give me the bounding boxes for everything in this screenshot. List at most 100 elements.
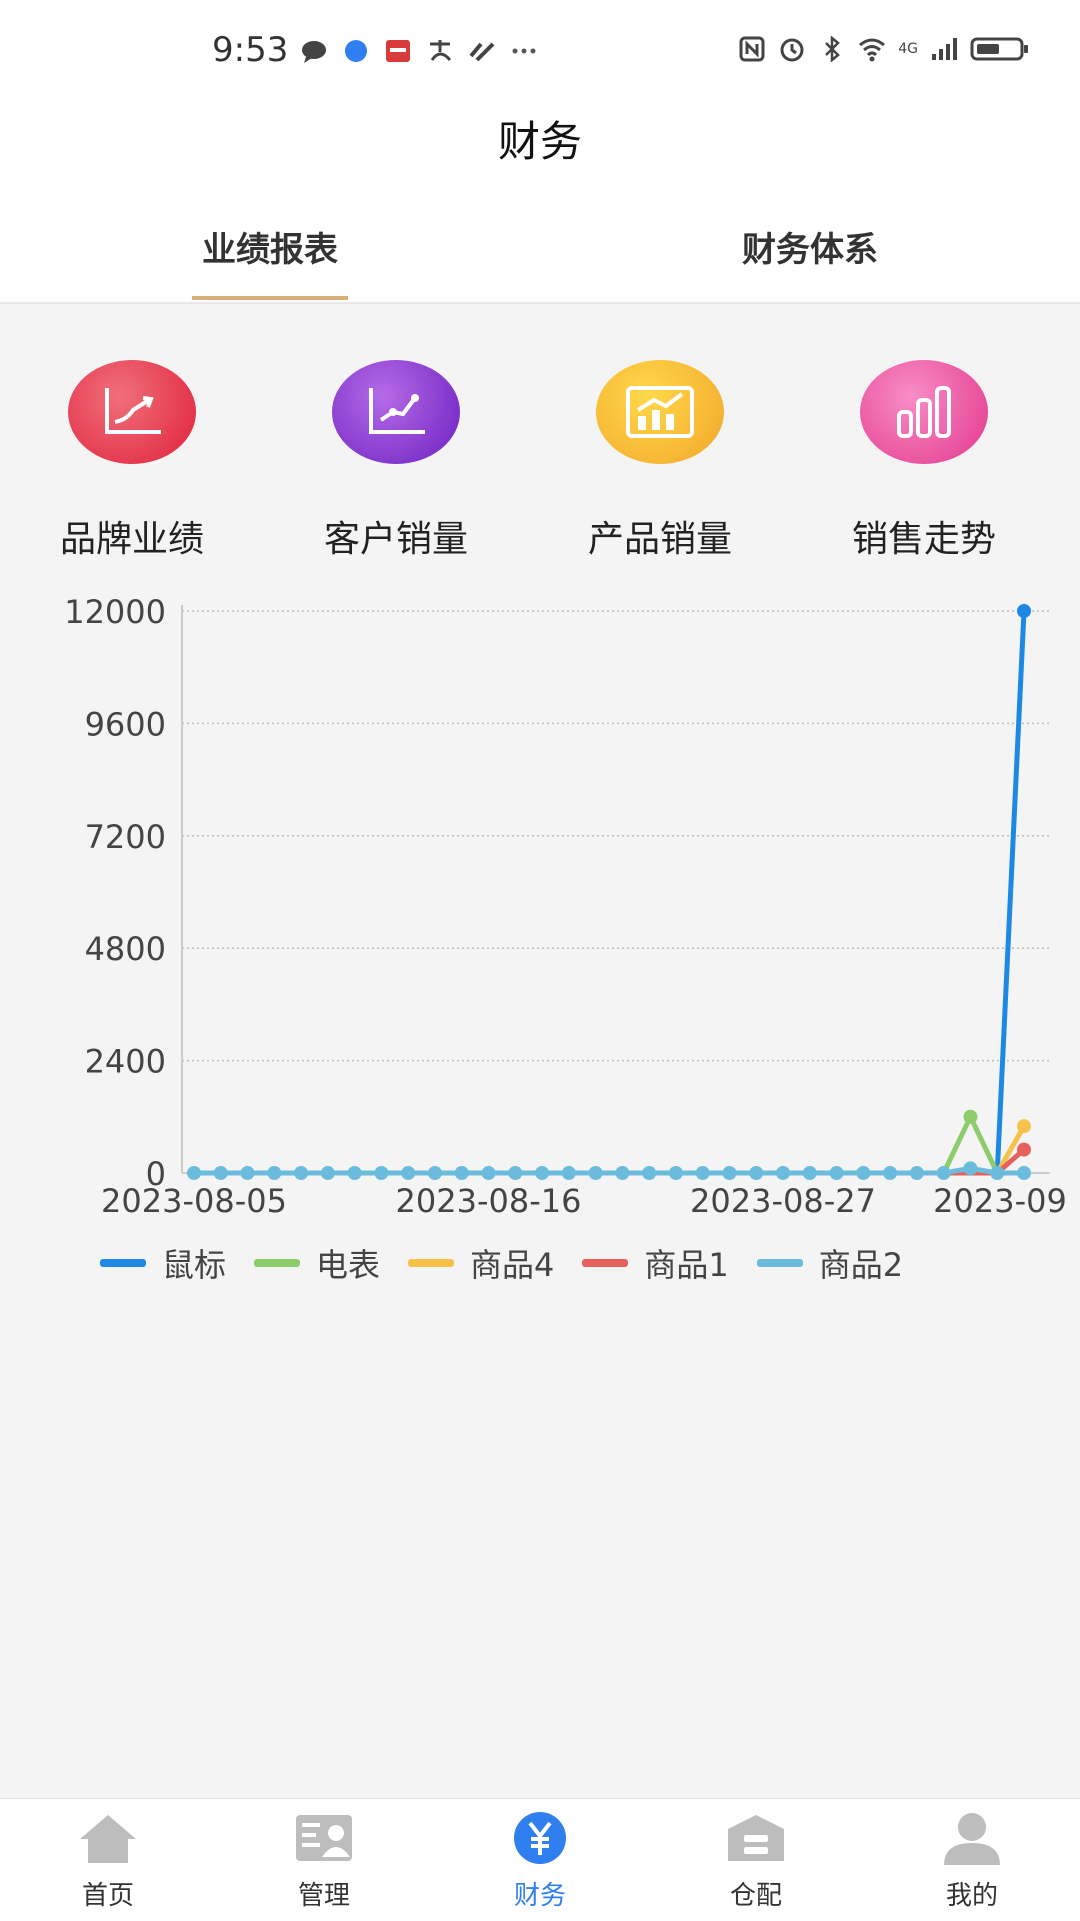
series-line bbox=[194, 610, 1027, 1176]
nav-label: 首页 bbox=[81, 1881, 134, 1911]
data-point bbox=[374, 1166, 389, 1180]
data-point bbox=[347, 1166, 362, 1180]
line-chart-icon bbox=[369, 388, 425, 434]
x-tick-label: 2023-08-05 bbox=[101, 1182, 287, 1220]
data-point bbox=[535, 1166, 550, 1180]
nav-manage[interactable]: 管理 bbox=[216, 1799, 432, 1921]
legend-item[interactable]: 商品4 bbox=[408, 1240, 554, 1286]
data-point bbox=[213, 1166, 228, 1180]
feature-icon-circle bbox=[332, 360, 460, 464]
feature-label: 产品销量 bbox=[587, 519, 732, 560]
feature-customer-sales[interactable]: 客户销量 bbox=[264, 360, 528, 562]
feature-brand-performance[interactable]: 品牌业绩 bbox=[0, 360, 264, 562]
finance-icon bbox=[514, 1812, 566, 1864]
legend-label: 电表 bbox=[316, 1246, 381, 1284]
data-point bbox=[1017, 604, 1031, 618]
tab-performance-report[interactable]: 业绩报表 bbox=[0, 210, 540, 302]
alarm-icon bbox=[780, 38, 804, 62]
tab-finance-system[interactable]: 财务体系 bbox=[540, 210, 1080, 302]
more-icon bbox=[512, 48, 536, 54]
nav-label: 管理 bbox=[297, 1881, 350, 1911]
nav-home[interactable]: 首页 bbox=[0, 1799, 216, 1921]
tab-label: 财务体系 bbox=[742, 230, 878, 270]
signal-icon bbox=[932, 38, 957, 60]
app-swoosh-icon bbox=[469, 42, 495, 62]
data-point bbox=[187, 1166, 201, 1180]
y-tick-label: 9600 bbox=[85, 705, 166, 743]
system-icons: 4G bbox=[738, 36, 1030, 62]
feature-label: 销售走势 bbox=[851, 519, 996, 560]
page-title: 财务 bbox=[497, 117, 582, 166]
alipay-icon bbox=[430, 40, 452, 62]
bar-chart-icon bbox=[897, 386, 951, 438]
feature-icon-circle bbox=[68, 360, 196, 464]
feature-label: 客户销量 bbox=[323, 519, 468, 560]
feature-product-sales[interactable]: 产品销量 bbox=[528, 360, 792, 562]
feature-sales-trend[interactable]: 销售走势 bbox=[792, 360, 1056, 562]
data-point bbox=[802, 1166, 817, 1180]
data-point bbox=[1017, 1119, 1031, 1134]
legend-item[interactable]: 鼠标 bbox=[100, 1240, 226, 1286]
legend-swatch bbox=[582, 1259, 629, 1267]
chart-up-icon bbox=[105, 388, 161, 434]
bottom-nav: 首页 管理 财务 仓配 我的 bbox=[0, 1798, 1080, 1921]
sales-line-chart: 02400480072009600120002023-08-05 2023-08-… bbox=[64, 593, 1067, 1220]
y-tick-label: 7200 bbox=[85, 818, 166, 856]
home-icon bbox=[80, 1815, 136, 1863]
legend-item[interactable]: 商品1 bbox=[582, 1240, 729, 1286]
legend-label: 商品4 bbox=[470, 1246, 555, 1284]
legend-label: 商品2 bbox=[818, 1246, 904, 1284]
y-tick-label: 4800 bbox=[85, 930, 166, 968]
data-point bbox=[936, 1166, 951, 1180]
y-tick-label: 12000 bbox=[64, 593, 166, 631]
status-bar: 9:53 4G bbox=[0, 0, 1080, 110]
data-point bbox=[909, 1166, 924, 1180]
data-point bbox=[561, 1166, 576, 1180]
nav-finance[interactable]: 财务 bbox=[432, 1799, 648, 1921]
active-tab-indicator bbox=[192, 296, 348, 300]
legend-swatch bbox=[756, 1259, 803, 1267]
series-line bbox=[194, 1114, 1024, 1176]
tab-label: 业绩报表 bbox=[202, 230, 338, 270]
notification-icons bbox=[300, 38, 538, 64]
app-icon bbox=[386, 40, 410, 62]
data-point bbox=[856, 1166, 871, 1180]
legend-swatch bbox=[408, 1259, 455, 1267]
nav-profile[interactable]: 我的 bbox=[864, 1799, 1080, 1921]
chart-legend: 鼠标 电表 商品4 商品1 商品2 bbox=[100, 1240, 903, 1286]
chat-icon bbox=[302, 41, 326, 63]
nav-label: 仓配 bbox=[729, 1881, 782, 1911]
tab-bar: 业绩报表 财务体系 bbox=[0, 210, 1080, 304]
legend-item[interactable]: 电表 bbox=[254, 1240, 380, 1286]
data-point bbox=[695, 1166, 710, 1180]
x-tick-label: 2023-08-27 bbox=[690, 1182, 876, 1220]
legend-item[interactable]: 商品2 bbox=[756, 1240, 904, 1286]
data-point bbox=[508, 1166, 523, 1180]
nav-label: 财务 bbox=[513, 1881, 566, 1911]
series-line bbox=[194, 1124, 1027, 1176]
series-line bbox=[194, 1165, 1024, 1176]
nav-warehouse[interactable]: 仓配 bbox=[648, 1799, 864, 1921]
data-point bbox=[668, 1166, 683, 1180]
growth-chart-icon bbox=[626, 386, 694, 438]
warehouse-icon bbox=[728, 1815, 784, 1861]
x-tick-label: 2023-08-16 bbox=[396, 1182, 582, 1220]
profile-icon bbox=[944, 1813, 1000, 1865]
manage-icon bbox=[296, 1815, 352, 1861]
legend-label: 鼠标 bbox=[162, 1246, 227, 1284]
legend-swatch bbox=[100, 1259, 146, 1267]
network-type: 4G bbox=[898, 41, 918, 57]
data-point bbox=[749, 1166, 764, 1180]
feature-label: 品牌业绩 bbox=[59, 519, 204, 560]
data-point bbox=[1017, 1166, 1031, 1180]
nav-label: 我的 bbox=[945, 1881, 998, 1911]
status-time: 9:53 bbox=[212, 30, 289, 70]
data-point bbox=[722, 1166, 737, 1180]
data-point bbox=[642, 1166, 657, 1180]
bluetooth-icon bbox=[825, 36, 841, 62]
feature-icon-circle bbox=[596, 360, 724, 464]
browser-icon bbox=[345, 40, 367, 62]
data-point bbox=[427, 1166, 442, 1180]
data-point bbox=[267, 1166, 282, 1180]
y-tick-label: 2400 bbox=[85, 1043, 166, 1081]
